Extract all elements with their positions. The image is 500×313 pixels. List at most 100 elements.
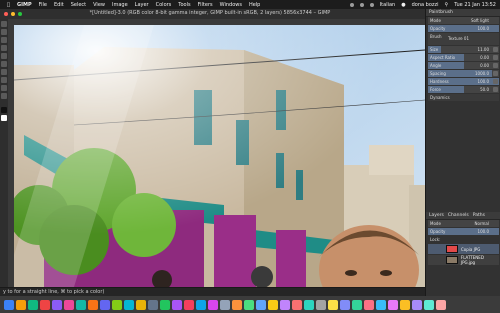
- option-aspect-ratio[interactable]: Aspect Ratio 0.00: [428, 54, 499, 61]
- tab-layers[interactable]: Layers: [429, 212, 444, 219]
- tab-paths[interactable]: Paths: [473, 212, 485, 219]
- crop-tool-icon[interactable]: [1, 45, 7, 51]
- menu-view[interactable]: View: [93, 2, 105, 8]
- image-canvas[interactable]: [14, 25, 425, 287]
- text-tool-icon[interactable]: [1, 61, 7, 67]
- layer-opacity-slider[interactable]: Opacity 100.0: [428, 228, 499, 235]
- dock-app-icon[interactable]: [148, 299, 158, 310]
- wifi-icon[interactable]: ●: [401, 2, 405, 8]
- menu-layer[interactable]: Layer: [135, 2, 149, 8]
- dock-app-icon[interactable]: [280, 299, 290, 310]
- menu-help[interactable]: Help: [249, 2, 260, 8]
- dock-app-icon[interactable]: [196, 299, 206, 310]
- dock-app-icon[interactable]: [136, 299, 146, 310]
- paintbrush-tool-icon[interactable]: [1, 69, 7, 75]
- smudge-tool-icon[interactable]: [1, 93, 7, 99]
- reset-icon[interactable]: [493, 79, 498, 84]
- dock-app-icon[interactable]: [88, 299, 98, 310]
- dock-app-icon[interactable]: [76, 299, 86, 310]
- dock-app-icon[interactable]: [340, 299, 350, 310]
- layer-item[interactable]: Copia JPG: [428, 244, 499, 254]
- foreground-color-swatch[interactable]: [1, 107, 7, 113]
- dock-app-icon[interactable]: [328, 299, 338, 310]
- dock-app-icon[interactable]: [52, 299, 62, 310]
- lasso-tool-icon[interactable]: [1, 37, 7, 43]
- option-hardness[interactable]: Hardness 100.0: [428, 78, 499, 85]
- mode-select[interactable]: Mode Soft light: [428, 17, 499, 24]
- dock-app-icon[interactable]: [16, 299, 26, 310]
- dock-app-icon[interactable]: [100, 299, 110, 310]
- dock-app-icon[interactable]: [268, 299, 278, 310]
- status-icon[interactable]: [369, 2, 374, 7]
- layer-mode-select[interactable]: Mode Normal: [428, 220, 499, 227]
- zoom-window-button[interactable]: [18, 12, 22, 16]
- reset-icon[interactable]: [493, 87, 498, 92]
- menu-colors[interactable]: Colors: [156, 2, 172, 8]
- input-source[interactable]: Italian: [380, 2, 396, 8]
- close-window-button[interactable]: [4, 12, 8, 16]
- eraser-tool-icon[interactable]: [1, 77, 7, 83]
- brush-selector[interactable]: Brush Texture 01: [428, 33, 499, 45]
- dock-app-icon[interactable]: [400, 299, 410, 310]
- dock-app-icon[interactable]: [220, 299, 230, 310]
- reset-icon[interactable]: [493, 47, 498, 52]
- layer-opacity-value: 100.0: [477, 229, 489, 234]
- menu-select[interactable]: Select: [71, 2, 86, 8]
- status-icon[interactable]: [359, 2, 364, 7]
- option-size[interactable]: Size 11.00: [428, 46, 499, 53]
- option-spacing[interactable]: Spacing 1000.0: [428, 70, 499, 77]
- dock-app-icon[interactable]: [244, 299, 254, 310]
- reset-icon[interactable]: [493, 71, 498, 76]
- transform-tool-icon[interactable]: [1, 53, 7, 59]
- dock-app-icon[interactable]: [436, 299, 446, 310]
- minimize-window-button[interactable]: [11, 12, 15, 16]
- clock[interactable]: Tue 21 Jan 13:52: [454, 2, 496, 8]
- dock-app-icon[interactable]: [232, 299, 242, 310]
- menu-image[interactable]: Image: [112, 2, 128, 8]
- dock-app-icon[interactable]: [172, 299, 182, 310]
- menu-windows[interactable]: Windows: [220, 2, 242, 8]
- background-color-swatch[interactable]: [1, 115, 7, 121]
- app-menu[interactable]: GIMP: [17, 2, 32, 8]
- dock-app-icon[interactable]: [424, 299, 434, 310]
- dock-app-icon[interactable]: [112, 299, 122, 310]
- dock-app-icon[interactable]: [184, 299, 194, 310]
- dynamics-selector[interactable]: Dynamics: [428, 94, 499, 101]
- layer-item[interactable]: FLATTENED JPG.jpg: [428, 255, 499, 265]
- dock-app-icon[interactable]: [208, 299, 218, 310]
- menu-filters[interactable]: Filters: [198, 2, 213, 8]
- dock-app-icon[interactable]: [352, 299, 362, 310]
- dock-app-icon[interactable]: [304, 299, 314, 310]
- dock-app-icon[interactable]: [28, 299, 38, 310]
- option-angle[interactable]: Angle 0.00: [428, 62, 499, 69]
- menu-edit[interactable]: Edit: [54, 2, 64, 8]
- menu-tools[interactable]: Tools: [178, 2, 190, 8]
- apple-icon[interactable]: : [7, 2, 10, 8]
- user-name[interactable]: dona bozzi: [412, 2, 439, 8]
- select-tool-icon[interactable]: [1, 29, 7, 35]
- dock-app-icon[interactable]: [292, 299, 302, 310]
- tab-channels[interactable]: Channels: [448, 212, 469, 219]
- dock-app-icon[interactable]: [160, 299, 170, 310]
- dock-app-icon[interactable]: [376, 299, 386, 310]
- reset-icon[interactable]: [493, 63, 498, 68]
- tab-paintbrush[interactable]: Paintbrush: [426, 9, 500, 17]
- dock-app-icon[interactable]: [388, 299, 398, 310]
- reset-icon[interactable]: [493, 55, 498, 60]
- search-icon[interactable]: ⚲: [445, 2, 449, 8]
- dock-app-icon[interactable]: [4, 299, 14, 310]
- dock-app-icon[interactable]: [412, 299, 422, 310]
- dock-app-icon[interactable]: [124, 299, 134, 310]
- dock-app-icon[interactable]: [364, 299, 374, 310]
- dock-app-icon[interactable]: [256, 299, 266, 310]
- status-icon[interactable]: [349, 2, 354, 7]
- opacity-slider[interactable]: Opacity 100.0: [428, 25, 499, 32]
- dock-app-icon[interactable]: [316, 299, 326, 310]
- menu-file[interactable]: File: [39, 2, 47, 8]
- option-force[interactable]: Force 50.0: [428, 86, 499, 93]
- option-value: 1000.0: [475, 71, 489, 76]
- clone-tool-icon[interactable]: [1, 85, 7, 91]
- move-tool-icon[interactable]: [1, 21, 7, 27]
- dock-app-icon[interactable]: [40, 299, 50, 310]
- dock-app-icon[interactable]: [64, 299, 74, 310]
